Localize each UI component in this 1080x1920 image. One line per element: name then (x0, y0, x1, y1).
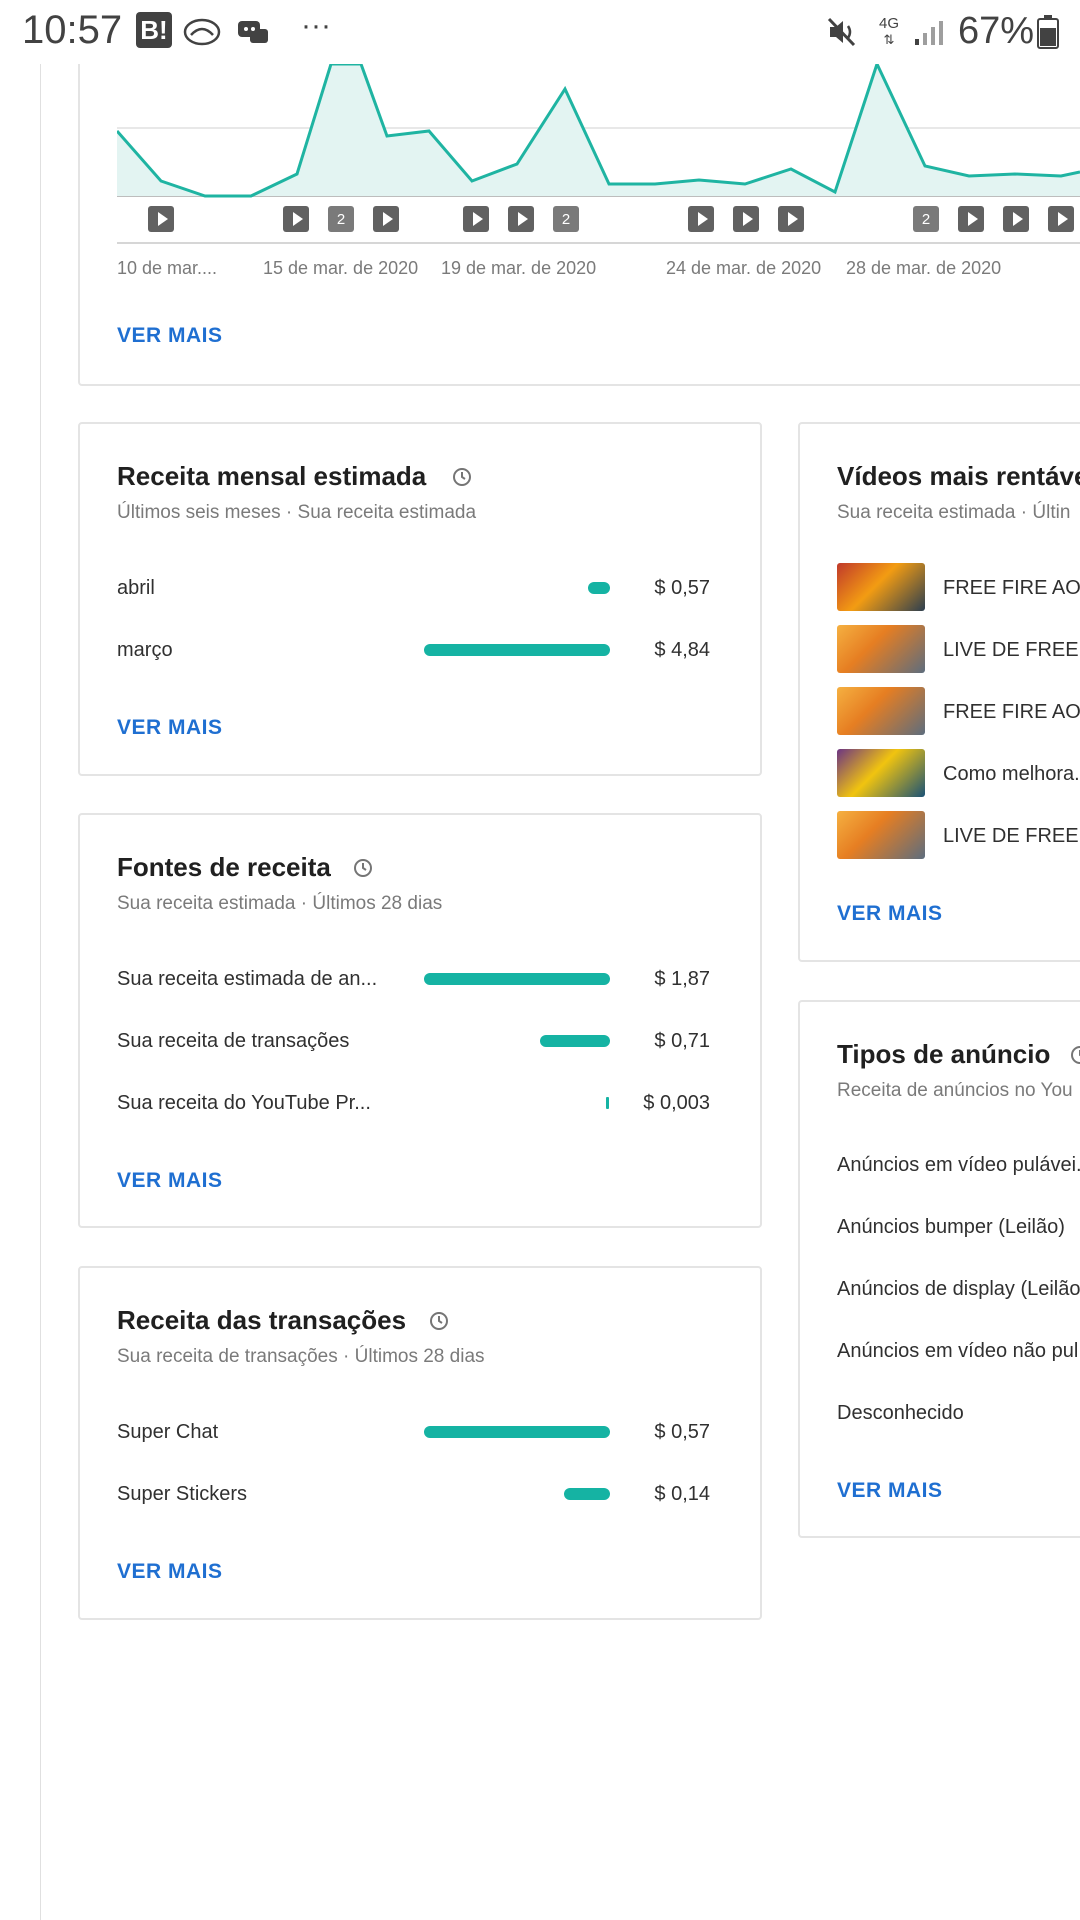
chart-x-axis (117, 242, 1080, 244)
revenue-source-label: Sua receita do YouTube Pr... (117, 1092, 371, 1114)
video-thumbnail[interactable] (837, 563, 925, 611)
transaction-row-value: $ 0,14 (654, 1483, 710, 1505)
network-type-icon: 4G ⇅ (878, 15, 899, 48)
ad-type-label: Anúncios bumper (Leilão) (837, 1216, 1065, 1238)
revenue-sources-title: Fontes de receita (117, 852, 331, 882)
revenue-sources-subtitle: Sua receita estimada · Últimos 28 dias (117, 893, 443, 914)
video-marker[interactable] (463, 206, 489, 232)
revenue-row-label: março (117, 639, 173, 661)
revenue-source-bar (540, 1035, 610, 1047)
transaction-bar (564, 1488, 610, 1500)
transaction-row-label: Super Stickers (117, 1483, 248, 1505)
video-marker[interactable] (148, 206, 174, 232)
ad-types-subtitle: Receita de anúncios no You (837, 1080, 1073, 1101)
clock-icon[interactable] (429, 1311, 449, 1331)
revenue-bar (424, 644, 610, 656)
battery-percent: 67% (958, 10, 1035, 52)
x-axis-label: 15 de mar. de 2020 (263, 258, 419, 278)
revenue-row-value: $ 4,84 (654, 639, 710, 661)
game-chat-icon (236, 14, 270, 50)
revenue-bar (588, 582, 610, 594)
ad-types-title: Tipos de anúncio (837, 1039, 1051, 1069)
video-marker[interactable] (688, 206, 714, 232)
transaction-revenue-ver-mais-link[interactable]: VER MAIS (117, 1560, 223, 1584)
chart-area-fill (117, 64, 1080, 196)
revenue-source-label: Sua receita estimada de an... (117, 968, 378, 990)
transaction-revenue-subtitle: Sua receita de transações · Últimos 28 d… (117, 1346, 485, 1367)
top-videos-ver-mais-link[interactable]: VER MAIS (837, 902, 943, 926)
mute-icon (826, 14, 860, 50)
chart-ver-mais-link[interactable]: VER MAIS (117, 324, 223, 348)
revenue-sources-ver-mais-link[interactable]: VER MAIS (117, 1169, 223, 1193)
video-marker[interactable] (958, 206, 984, 232)
top-videos-title: Vídeos mais rentáve (837, 461, 1080, 491)
revenue-row-value: $ 0,57 (654, 577, 710, 599)
left-rail (40, 64, 41, 1920)
video-title[interactable]: Como melhora... (943, 763, 1080, 786)
revenue-source-label: Sua receita de transações (117, 1030, 350, 1052)
transaction-row-label: Super Chat (117, 1421, 219, 1443)
clock-icon[interactable] (452, 467, 472, 487)
video-thumbnail[interactable] (837, 749, 925, 797)
video-marker[interactable] (778, 206, 804, 232)
network-label: 4G (878, 15, 899, 32)
b-app-icon: B! (136, 12, 172, 48)
x-axis-label: 28 de mar. de 2020 (846, 258, 1002, 278)
video-thumbnail[interactable] (837, 625, 925, 673)
video-marker[interactable] (283, 206, 309, 232)
clock-icon[interactable] (1070, 1045, 1080, 1065)
monthly-revenue-title: Receita mensal estimada (117, 461, 427, 491)
x-axis-label: 19 de mar. de 2020 (441, 258, 597, 278)
video-title[interactable]: FREE FIRE AO ... (943, 577, 1080, 600)
video-group-marker[interactable]: 2 (913, 206, 939, 232)
video-title[interactable]: LIVE DE FREE F (943, 639, 1080, 662)
revenue-source-value: $ 1,87 (654, 968, 710, 990)
revenue-source-value: $ 0,003 (643, 1092, 710, 1114)
video-marker[interactable] (373, 206, 399, 232)
signal-icon (912, 14, 946, 50)
ad-type-label: Anúncios em vídeo não pul (837, 1340, 1079, 1362)
ad-type-label: Anúncios em vídeo pulávei... (837, 1154, 1080, 1176)
ad-types-ver-mais-link[interactable]: VER MAIS (837, 1479, 943, 1503)
revenue-source-bar (424, 973, 610, 985)
monthly-revenue-subtitle: Últimos seis meses · Sua receita estimad… (117, 502, 477, 523)
video-group-marker[interactable]: 2 (328, 206, 354, 232)
status-bar: 10:57 B! ··· 4G ⇅ 67% (0, 0, 1080, 64)
status-time: 10:57 (22, 8, 123, 52)
video-marker[interactable] (1003, 206, 1029, 232)
video-group-marker[interactable]: 2 (553, 206, 579, 232)
revenue-source-value: $ 0,71 (654, 1030, 710, 1052)
video-marker[interactable] (1048, 206, 1074, 232)
revenue-row-label: abril (117, 577, 155, 599)
more-notifications-icon: ··· (301, 9, 331, 42)
ad-type-label: Desconhecido (837, 1402, 964, 1424)
transaction-bar (424, 1426, 610, 1438)
ad-type-label: Anúncios de display (Leilão (837, 1278, 1080, 1300)
battery-icon (1036, 14, 1060, 50)
x-axis-label: 24 de mar. de 2020 (666, 258, 822, 278)
video-title[interactable]: LIVE DE FREE F (943, 825, 1080, 848)
video-thumbnail[interactable] (837, 811, 925, 859)
clock-icon[interactable] (353, 858, 373, 878)
views-line-chart (117, 64, 1080, 198)
x-axis-label: 10 de mar.... (117, 258, 218, 278)
monthly-revenue-ver-mais-link[interactable]: VER MAIS (117, 716, 223, 740)
transaction-row-value: $ 0,57 (654, 1421, 710, 1443)
video-thumbnail[interactable] (837, 687, 925, 735)
revenue-source-bar (606, 1097, 609, 1109)
transaction-revenue-title: Receita das transações (117, 1305, 407, 1335)
video-marker[interactable] (508, 206, 534, 232)
video-title[interactable]: FREE FIRE AO ... (943, 701, 1080, 724)
bank-app-icon (182, 14, 222, 50)
video-marker[interactable] (733, 206, 759, 232)
top-videos-subtitle: Sua receita estimada · Últin (837, 502, 1071, 523)
